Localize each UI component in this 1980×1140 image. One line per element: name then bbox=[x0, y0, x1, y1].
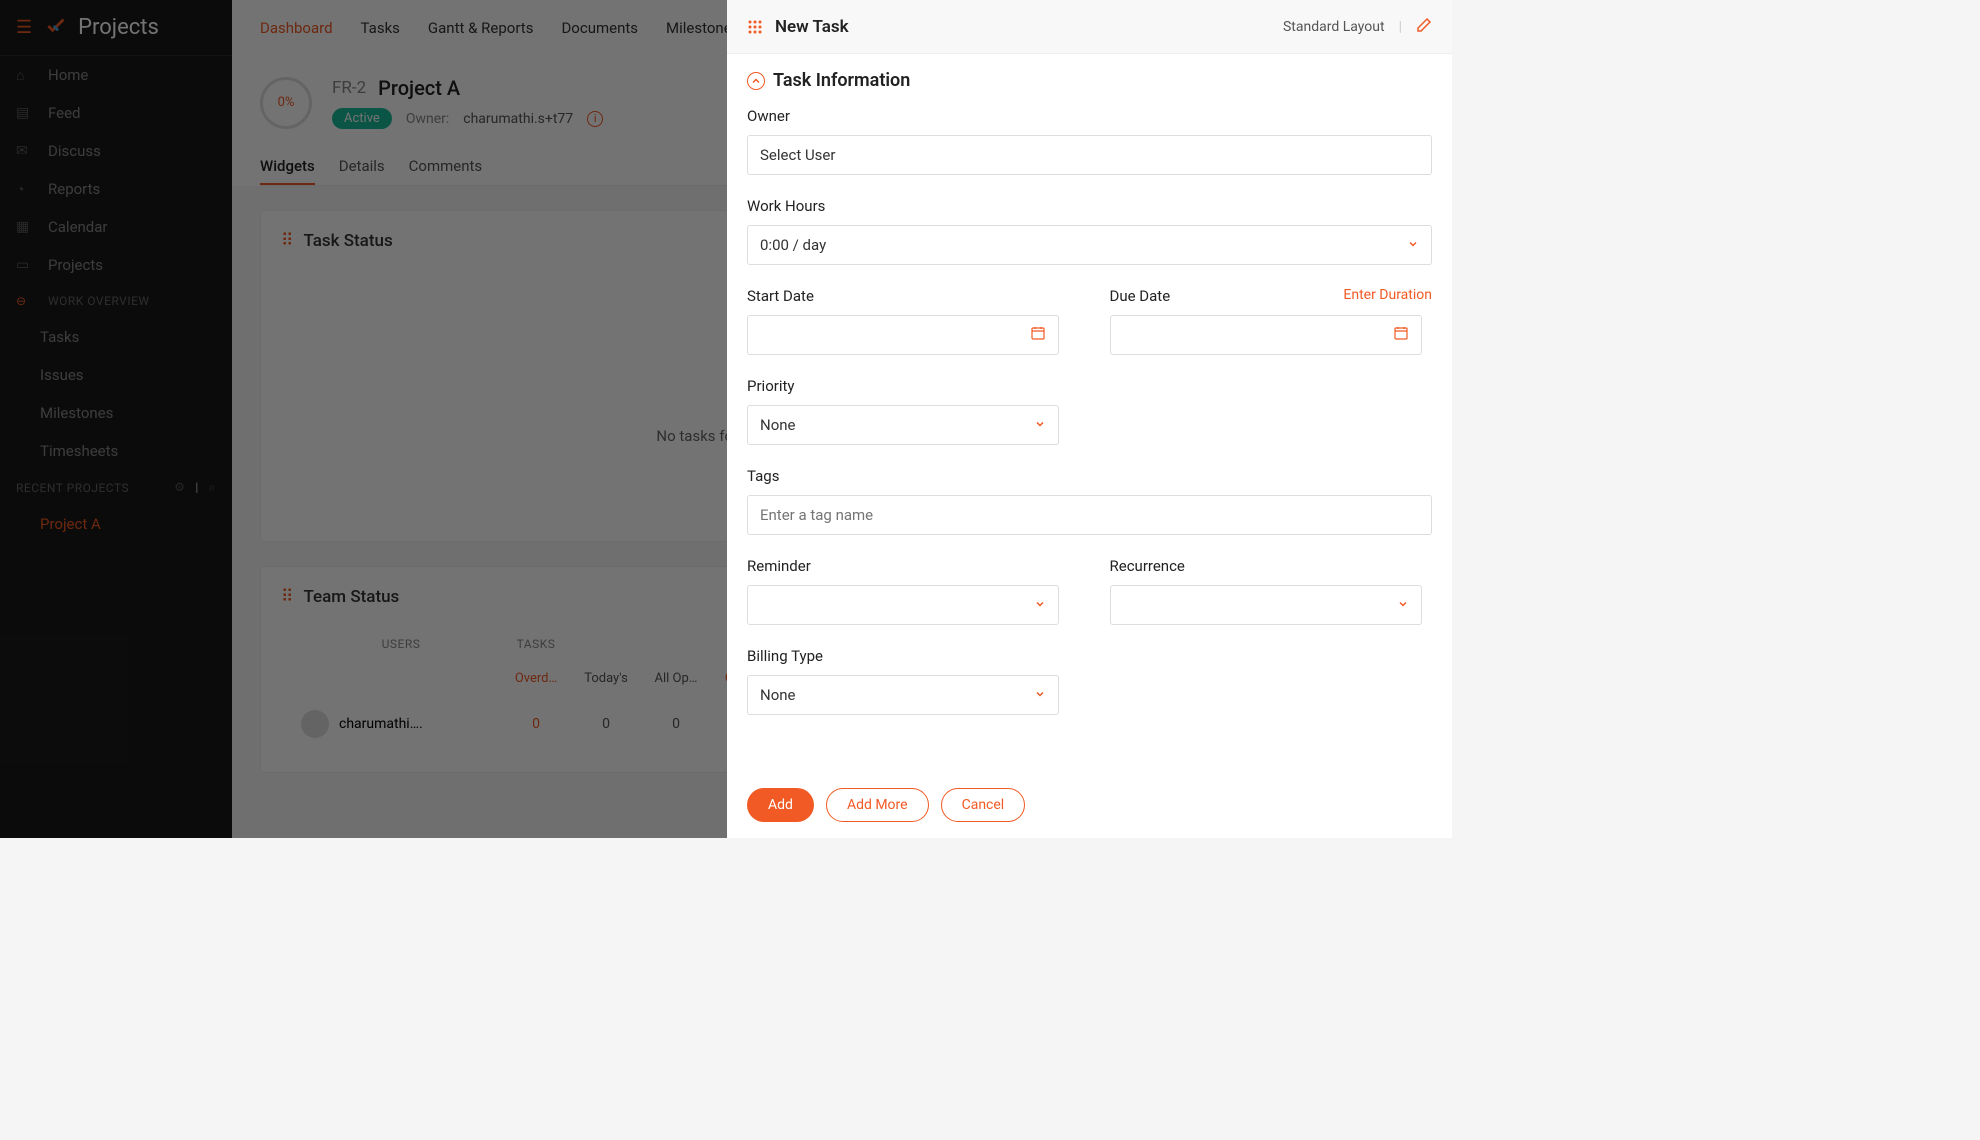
chevron-down-icon bbox=[1034, 416, 1046, 434]
grid-icon[interactable] bbox=[747, 19, 763, 35]
chevron-down-icon bbox=[1397, 596, 1409, 614]
tags-input[interactable] bbox=[747, 495, 1432, 535]
tags-text-input[interactable] bbox=[760, 506, 1419, 524]
cancel-button[interactable]: Cancel bbox=[941, 788, 1026, 822]
reminder-label: Reminder bbox=[747, 557, 1070, 575]
panel-body: Task Information Owner Select User Work … bbox=[727, 54, 1452, 838]
owner-select[interactable]: Select User bbox=[747, 135, 1432, 175]
pencil-icon[interactable] bbox=[1416, 17, 1432, 37]
reminder-select[interactable] bbox=[747, 585, 1059, 625]
chevron-down-icon bbox=[1407, 236, 1419, 254]
panel-footer: Add Add More Cancel bbox=[727, 772, 1452, 838]
workhours-select[interactable]: 0:00 / day bbox=[747, 225, 1432, 265]
priority-select[interactable]: None bbox=[747, 405, 1059, 445]
recurrence-select[interactable] bbox=[1110, 585, 1422, 625]
startdate-input[interactable] bbox=[747, 315, 1059, 355]
add-more-button[interactable]: Add More bbox=[826, 788, 929, 822]
chevron-down-icon bbox=[1034, 686, 1046, 704]
layout-label[interactable]: Standard Layout bbox=[1283, 19, 1385, 35]
duedate-label: Due DateEnter Duration bbox=[1110, 287, 1433, 305]
calendar-icon bbox=[1030, 325, 1046, 345]
workhours-label: Work Hours bbox=[747, 197, 1432, 215]
duedate-input[interactable] bbox=[1110, 315, 1422, 355]
priority-label: Priority bbox=[747, 377, 1432, 395]
billing-select[interactable]: None bbox=[747, 675, 1059, 715]
tags-label: Tags bbox=[747, 467, 1432, 485]
chevron-down-icon bbox=[1034, 596, 1046, 614]
calendar-icon bbox=[1393, 325, 1409, 345]
billing-label: Billing Type bbox=[747, 647, 1432, 665]
owner-label: Owner bbox=[747, 107, 1432, 125]
enter-duration-link[interactable]: Enter Duration bbox=[1343, 287, 1432, 305]
section-header[interactable]: Task Information bbox=[747, 70, 1432, 91]
panel-title: New Task bbox=[775, 17, 849, 37]
panel-header: New Task Standard Layout | bbox=[727, 0, 1452, 54]
collapse-up-icon bbox=[747, 72, 765, 90]
new-task-panel: New Task Standard Layout | Task Informat… bbox=[727, 0, 1452, 838]
section-title: Task Information bbox=[773, 70, 910, 91]
startdate-label: Start Date bbox=[747, 287, 1070, 305]
add-button[interactable]: Add bbox=[747, 788, 814, 822]
recurrence-label: Recurrence bbox=[1110, 557, 1433, 575]
